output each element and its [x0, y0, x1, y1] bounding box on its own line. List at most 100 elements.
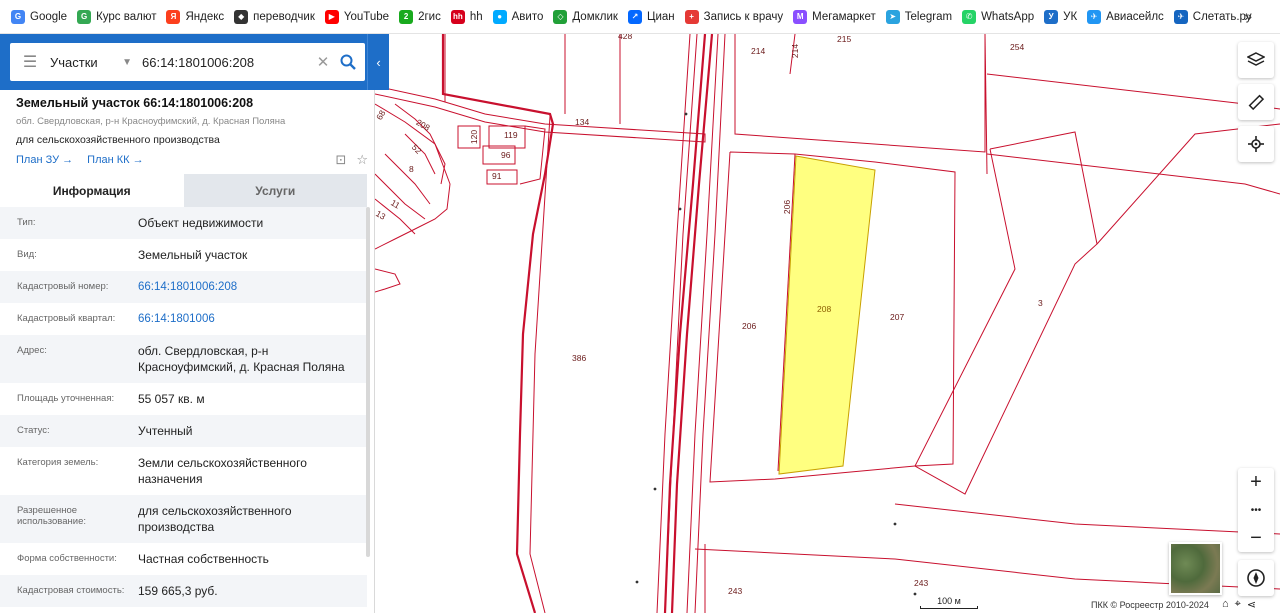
bookmark-label: Яндекс: [185, 10, 225, 23]
object-links: План ЗУ → План КК →: [16, 154, 366, 166]
home-icon[interactable]: ⌂: [1222, 598, 1229, 611]
measure-button[interactable]: [1238, 84, 1274, 120]
layer-select-value: Участки: [50, 54, 98, 70]
info-row: дата определения:01.01.2022: [0, 607, 367, 613]
search-input[interactable]: [138, 54, 313, 70]
bookmark-item[interactable]: hh hh: [446, 4, 488, 30]
search-box: ☰ Участки ▼ ✕: [10, 43, 365, 81]
zoom-out-button[interactable]: −: [1238, 524, 1274, 552]
search-button[interactable]: [333, 43, 363, 81]
bookmark-item[interactable]: ➤ Telegram: [881, 4, 957, 30]
object-header: Земельный участок 66:14:1801006:208 обл.…: [16, 96, 366, 166]
youtube-icon: ▶: [324, 9, 339, 24]
bookmark-label: Google: [30, 10, 68, 23]
menu-button[interactable]: ☰: [10, 43, 50, 81]
zoom-to-object-icon[interactable]: ⊡: [335, 152, 346, 168]
parcel-label: 96: [501, 150, 511, 160]
tab-services[interactable]: Услуги: [183, 174, 367, 207]
info-row-label: Адрес:: [17, 345, 47, 356]
crosshair-small-icon[interactable]: ⌖: [1235, 598, 1241, 611]
info-row-label: Кадастровый квартал:: [17, 313, 116, 324]
cadastral-map[interactable]: 428 214 214 215 254 134 120 119 96 91 68…: [375, 34, 1280, 613]
bookmark-item[interactable]: G Курс валют: [72, 4, 161, 30]
layer-select[interactable]: Участки ▼: [50, 55, 138, 70]
bookmark-label: Домклик: [572, 10, 618, 23]
search-icon: [340, 54, 356, 70]
layers-icon: [1247, 52, 1265, 66]
info-row-label: Площадь уточненная:: [17, 393, 115, 404]
megamarket-icon: M: [793, 9, 808, 24]
panel-scrollbar[interactable]: [366, 207, 370, 557]
parcel-label: 214: [751, 46, 766, 56]
info-row: Тип: Объект недвижимости: [0, 207, 367, 239]
bookmark-label: WhatsApp: [981, 10, 1035, 23]
bookmark-item[interactable]: G Google: [6, 4, 72, 30]
info-row-link[interactable]: 66:14:1801006:208: [138, 279, 358, 295]
info-row-label: Тип:: [17, 217, 36, 228]
info-row-label: Разрешенное использование:: [17, 505, 87, 527]
translate-icon: ◆: [234, 9, 249, 24]
domclick-icon: ◇: [553, 9, 568, 24]
bookmark-item[interactable]: Я Яндекс: [161, 4, 229, 30]
tab-information[interactable]: Информация: [0, 174, 184, 207]
bookmarks-overflow-button[interactable]: »: [1244, 8, 1252, 24]
google-icon: G: [77, 9, 92, 24]
uk-icon: У: [1044, 9, 1059, 24]
search-bar: ☰ Участки ▼ ✕: [0, 34, 367, 90]
close-icon: ✕: [316, 54, 330, 71]
cian-icon: ↗: [627, 9, 642, 24]
basemap-toggle[interactable]: [1169, 542, 1222, 595]
layers-button[interactable]: [1238, 42, 1274, 78]
info-row: Статус: Учтенный: [0, 415, 367, 447]
more-tools-button[interactable]: •••: [1238, 496, 1274, 524]
collapse-panel-button[interactable]: ‹: [367, 34, 389, 90]
object-title: Земельный участок 66:14:1801006:208: [16, 96, 254, 110]
clear-search-button[interactable]: ✕: [313, 53, 333, 71]
info-row-label: Категория земель:: [17, 457, 99, 468]
chevron-left-icon: ‹: [376, 54, 381, 70]
scale-line: [920, 606, 978, 609]
bookmark-item[interactable]: ▶ YouTube: [320, 4, 394, 30]
bookmark-item[interactable]: У УК: [1039, 4, 1082, 30]
map-copyright: ПКК © Росреестр 2010-2024: [1091, 600, 1209, 610]
plan-zu-link[interactable]: План ЗУ →: [16, 154, 73, 166]
bookmark-item[interactable]: + Запись к врачу: [680, 4, 789, 30]
bookmark-item[interactable]: M Мегамаркет: [788, 4, 881, 30]
info-row: Категория земель: Земли сельскохозяйствен…: [0, 447, 367, 495]
bookmark-label: YouTube: [343, 10, 390, 23]
scale-bar: 100 м: [920, 596, 978, 609]
bookmark-item[interactable]: ◇ Домклик: [548, 4, 623, 30]
telegram-icon: ➤: [885, 9, 900, 24]
bookmark-label: hh: [469, 10, 483, 23]
parcel-label: 206: [782, 199, 793, 215]
favorite-star-icon[interactable]: ☆: [356, 152, 368, 168]
bookmark-item[interactable]: ◆ переводчик: [229, 4, 320, 30]
chevron-down-icon: ▼: [122, 56, 132, 68]
info-row-value: 55 057 кв. м: [138, 392, 205, 406]
zoom-controls: + ••• −: [1238, 468, 1274, 552]
parcel-label: 254: [1010, 42, 1025, 52]
info-row-label: Статус:: [17, 425, 50, 436]
parcel-label: 3: [1038, 298, 1043, 308]
doctor-icon: +: [684, 9, 699, 24]
info-row: Форма собственности: Частная собственност…: [0, 543, 367, 575]
bookmark-item[interactable]: ↗ Циан: [623, 4, 680, 30]
share-icon[interactable]: ⋖: [1247, 598, 1256, 611]
info-row: Кадастровый квартал: 66:14:1801006: [0, 303, 367, 335]
bookmark-item[interactable]: 2 2гис: [394, 4, 446, 30]
plan-kk-link[interactable]: План КК →: [87, 154, 143, 166]
bookmark-item[interactable]: ● Авито: [488, 4, 549, 30]
bookmark-label: Мегамаркет: [812, 10, 876, 23]
zoom-in-button[interactable]: +: [1238, 468, 1274, 496]
info-row-link[interactable]: 66:14:1801006: [138, 311, 358, 327]
bookmark-label: Запись к врачу: [703, 10, 784, 23]
bookmark-label: Авиасейлс: [1106, 10, 1164, 23]
bookmark-item[interactable]: ✈ Авиасейлс: [1082, 4, 1169, 30]
scale-label: 100 м: [937, 596, 961, 606]
info-row-value: Земли сельскохозяйственного назначения: [138, 456, 307, 486]
locate-button[interactable]: [1238, 126, 1274, 162]
bookmark-item[interactable]: ✆ WhatsApp: [957, 4, 1039, 30]
compass-button[interactable]: [1238, 560, 1274, 596]
map-canvas[interactable]: [375, 34, 1280, 613]
info-row: Кадастровый номер: 66:14:1801006:208: [0, 271, 367, 303]
